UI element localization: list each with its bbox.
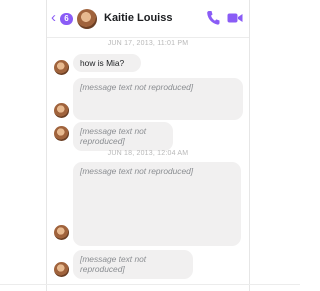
message-bubble[interactable]: [message text not reproduced] — [73, 162, 241, 246]
contact-name[interactable]: Kaitie Louiss — [104, 12, 172, 24]
unread-count-badge: 6 — [60, 13, 73, 25]
message-text: [message text not reproduced] — [80, 254, 147, 275]
message-text: [message text not reproduced] — [80, 166, 194, 176]
frame-border — [46, 0, 47, 291]
divider — [0, 284, 300, 285]
chat-window: ‹ 6 Kaitie Louiss JUN 17, 2013, 11:01 PM… — [46, 0, 250, 291]
message-text: [message text not reproduced] — [80, 82, 194, 92]
sender-avatar — [54, 103, 69, 118]
message-bubble[interactable]: how is Mia? — [73, 54, 141, 73]
sender-avatar — [54, 126, 69, 141]
sender-avatar — [54, 60, 69, 75]
message-bubble[interactable]: [message text not reproduced] — [73, 250, 193, 279]
frame-border — [249, 0, 250, 291]
contact-avatar[interactable] — [77, 9, 97, 29]
sender-avatar — [54, 262, 69, 277]
message-bubble[interactable]: [message text not reproduced] — [73, 78, 243, 120]
message-text: [message text not reproduced] — [80, 126, 147, 147]
timestamp: JUN 17, 2013, 11:01 PM — [107, 40, 189, 47]
phone-icon[interactable] — [206, 10, 220, 26]
video-camera-icon[interactable] — [227, 12, 243, 24]
timestamp: JUN 18, 2013, 12:04 AM — [107, 150, 189, 157]
chevron-left-icon: ‹ — [51, 9, 56, 26]
conversation-header: ‹ 6 Kaitie Louiss — [46, 0, 250, 38]
back-button[interactable]: ‹ 6 — [51, 9, 73, 26]
sender-avatar — [54, 225, 69, 240]
message-bubble[interactable]: [message text not reproduced] — [73, 122, 173, 151]
message-text: how is Mia? — [80, 58, 125, 68]
